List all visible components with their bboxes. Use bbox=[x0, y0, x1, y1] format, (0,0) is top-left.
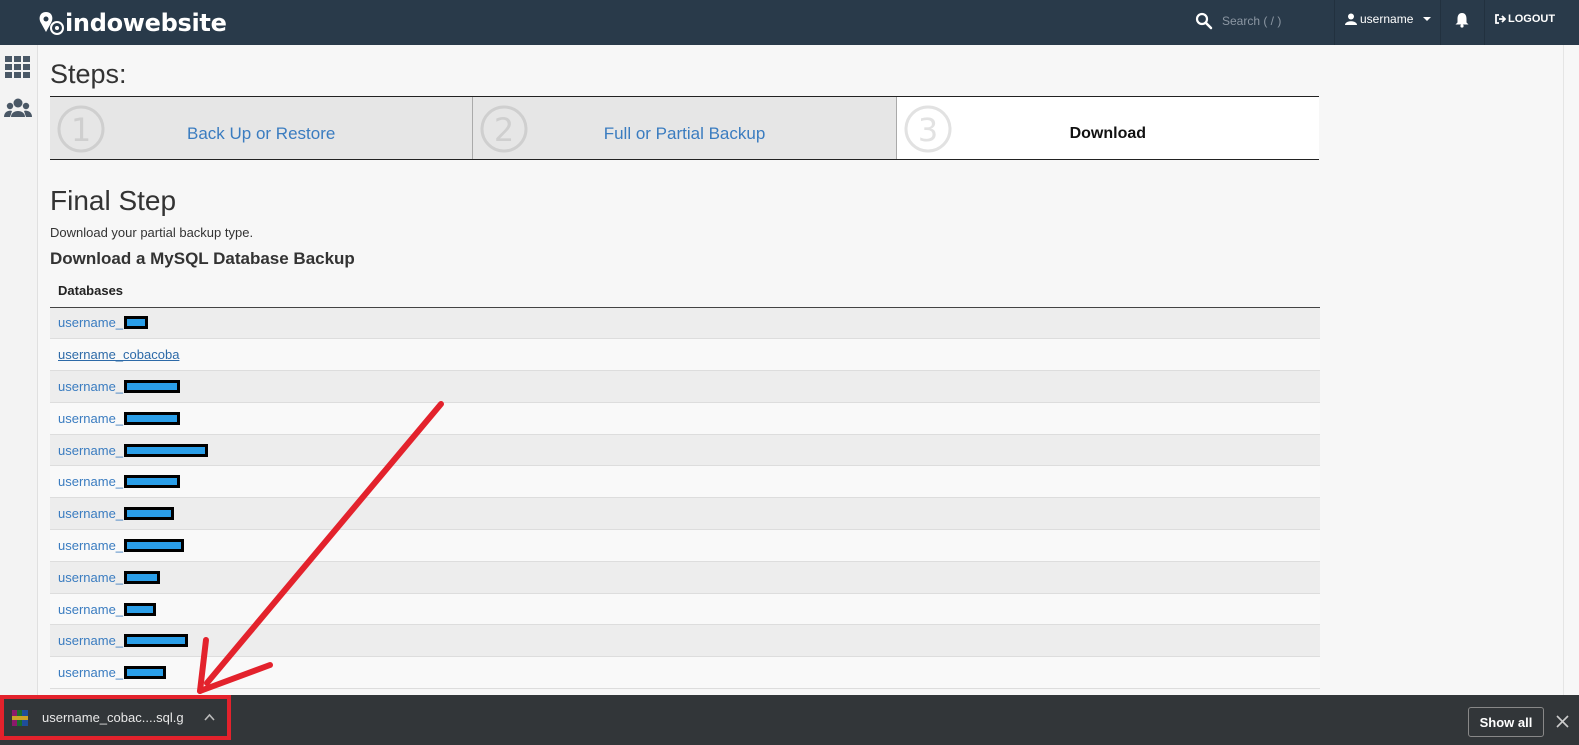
step-3: 3 Download bbox=[896, 97, 1319, 159]
brand-logo[interactable]: indowebsite bbox=[37, 6, 227, 40]
search-box[interactable] bbox=[1195, 12, 1332, 30]
database-link[interactable]: username_ bbox=[58, 443, 209, 458]
search-input[interactable] bbox=[1222, 14, 1332, 28]
top-navbar: indowebsite username LOGOUT bbox=[0, 0, 1579, 45]
table-row: username_ bbox=[50, 370, 1320, 403]
user-menu[interactable]: username bbox=[1345, 12, 1432, 26]
chevron-up-icon[interactable] bbox=[204, 712, 215, 723]
logo-icon bbox=[39, 12, 64, 35]
database-link[interactable]: username_ bbox=[58, 379, 181, 394]
redaction-mark bbox=[124, 379, 181, 393]
show-all-button[interactable]: Show all bbox=[1468, 707, 1544, 737]
nav-divider bbox=[1440, 0, 1441, 45]
brand-name: indowebsite bbox=[65, 9, 227, 37]
table-row: username_cobacoba bbox=[50, 338, 1320, 372]
table-row: username_ bbox=[50, 434, 1320, 467]
archive-file-icon bbox=[12, 709, 28, 726]
database-link[interactable]: username_ bbox=[58, 315, 149, 330]
redaction-mark bbox=[124, 538, 185, 552]
redaction-mark bbox=[124, 570, 161, 584]
left-sidebar bbox=[0, 45, 38, 695]
redaction-mark bbox=[124, 475, 181, 489]
grid-icon[interactable] bbox=[4, 53, 32, 81]
database-link[interactable]: username_ bbox=[58, 602, 157, 617]
redaction-mark bbox=[124, 443, 209, 457]
close-icon[interactable] bbox=[1556, 715, 1569, 728]
table-row: username_ bbox=[50, 656, 1320, 690]
redaction-mark bbox=[124, 602, 157, 616]
database-link[interactable]: username_ bbox=[58, 474, 181, 489]
download-file-name: username_cobac....sql.g bbox=[42, 710, 184, 725]
section-title: Download a MySQL Database Backup bbox=[50, 249, 355, 268]
database-link[interactable]: username_ bbox=[58, 633, 189, 648]
steps-title: Steps: bbox=[50, 59, 127, 89]
user-icon bbox=[1345, 13, 1357, 25]
scrollbar[interactable] bbox=[1563, 45, 1579, 695]
logout-label: LOGOUT bbox=[1508, 13, 1556, 25]
search-icon bbox=[1195, 12, 1213, 30]
username-label: username bbox=[1360, 12, 1414, 26]
chevron-down-icon bbox=[1423, 17, 1432, 21]
database-link[interactable]: username_ bbox=[58, 665, 167, 680]
download-item[interactable]: username_cobac....sql.g bbox=[0, 695, 231, 740]
database-link[interactable]: username_ bbox=[58, 570, 161, 585]
steps-wizard: 1 Back Up or Restore 2 Full or Partial B… bbox=[50, 96, 1319, 160]
nav-divider bbox=[1334, 0, 1335, 45]
table-row: username_ bbox=[50, 497, 1320, 531]
bell-icon[interactable] bbox=[1454, 12, 1470, 28]
download-bar: username_cobac....sql.g Show all bbox=[0, 695, 1579, 745]
step-1[interactable]: 1 Back Up or Restore bbox=[50, 97, 474, 159]
step-2[interactable]: 2 Full or Partial Backup bbox=[473, 97, 897, 159]
redaction-mark bbox=[124, 411, 181, 425]
database-link[interactable]: username_ bbox=[58, 411, 181, 426]
table-row: username_ bbox=[50, 561, 1320, 594]
database-link[interactable]: username_ bbox=[58, 506, 175, 521]
step-1-link[interactable]: Back Up or Restore bbox=[50, 124, 472, 144]
table-row: username_ bbox=[50, 402, 1320, 435]
step-3-label: Download bbox=[1069, 125, 1147, 142]
logout-button[interactable]: LOGOUT bbox=[1494, 13, 1555, 25]
table-header-databases: Databases bbox=[50, 275, 1320, 308]
redaction-mark bbox=[124, 316, 149, 330]
table-row: username_ bbox=[50, 624, 1320, 658]
database-link[interactable]: username_ bbox=[58, 538, 185, 553]
page-subtitle: Download your partial backup type. bbox=[50, 225, 254, 240]
step-2-link[interactable]: Full or Partial Backup bbox=[473, 124, 895, 144]
page-title: Final Step bbox=[50, 185, 177, 216]
database-link[interactable]: username_cobacoba bbox=[58, 347, 179, 362]
redaction-mark bbox=[124, 666, 167, 680]
databases-table: Databases username_ username_cobacoba us… bbox=[50, 275, 1320, 690]
nav-divider bbox=[1484, 0, 1485, 45]
redaction-mark bbox=[124, 634, 189, 648]
table-row: username_ bbox=[50, 465, 1320, 499]
users-icon[interactable] bbox=[4, 95, 32, 123]
redaction-mark bbox=[124, 507, 175, 521]
table-row: username_ bbox=[50, 593, 1320, 626]
logout-icon bbox=[1495, 14, 1506, 24]
table-row: username_ bbox=[50, 307, 1320, 340]
table-row: username_ bbox=[50, 529, 1320, 562]
